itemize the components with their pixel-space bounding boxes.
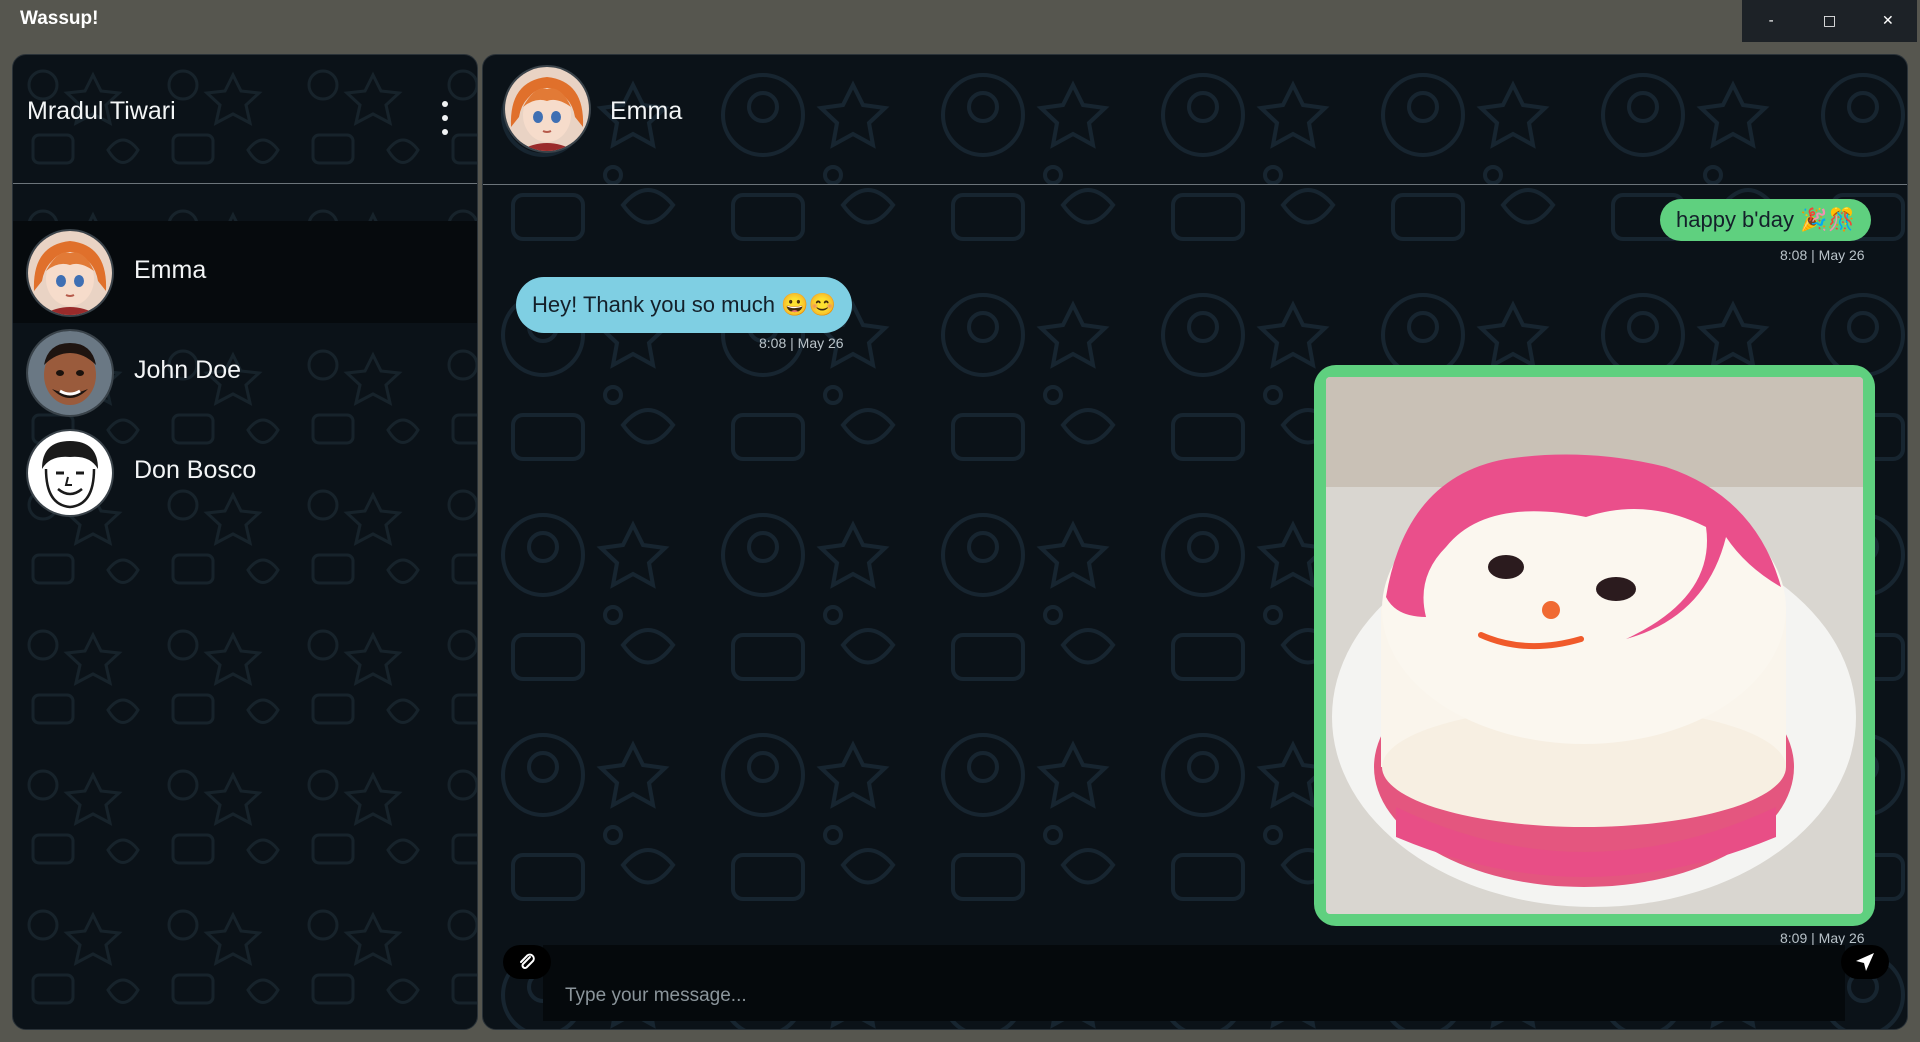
kebab-menu-icon[interactable]: [435, 101, 455, 135]
chat-contact-name: Emma: [610, 97, 683, 125]
attach-button[interactable]: [503, 945, 551, 979]
doodle-pattern-background: [13, 55, 477, 1029]
current-user-name: Mradul Tiwari: [27, 97, 176, 125]
app-title: Wassup!: [20, 8, 99, 29]
contact-item-don-bosco[interactable]: Don Bosco: [13, 421, 477, 523]
sidebar-header: Mradul Tiwari: [13, 55, 477, 184]
message-timestamp: 8:09 | May 26: [1780, 930, 1865, 946]
message-bubble-sent: happy b'day 🎉🎊: [1660, 199, 1871, 241]
message-bubble-received: Hey! Thank you so much 😀😊: [516, 277, 852, 333]
message-timestamp: 8:08 | May 26: [759, 335, 844, 351]
message-composer: [503, 945, 1889, 1021]
contact-name: Emma: [134, 256, 207, 284]
sidebar: Mradul Tiwari Emma John Doe Don Bosco: [12, 54, 478, 1030]
cake-image: [1326, 377, 1863, 914]
title-bar: Wassup! - □ ✕: [0, 0, 1920, 42]
contact-name: Don Bosco: [134, 456, 257, 484]
paperclip-icon: [520, 953, 535, 969]
chat-header: Emma: [483, 55, 1907, 185]
avatar: [26, 329, 114, 417]
minimize-button[interactable]: -: [1742, 0, 1800, 42]
send-icon: [1856, 953, 1874, 971]
maximize-button[interactable]: □: [1800, 0, 1858, 42]
window-controls: - □ ✕: [1742, 0, 1917, 42]
message-input[interactable]: [543, 945, 1845, 1021]
contact-item-emma[interactable]: Emma: [13, 221, 477, 323]
contact-name: John Doe: [134, 356, 242, 384]
message-image-sent[interactable]: [1314, 365, 1875, 926]
close-button[interactable]: ✕: [1859, 0, 1917, 42]
avatar: [26, 229, 114, 317]
contact-item-john-doe[interactable]: John Doe: [13, 321, 477, 423]
chat-panel: Emma happy b'day 🎉🎊 8:08 | May 26 Hey! T…: [482, 54, 1908, 1030]
send-button[interactable]: [1841, 945, 1889, 979]
message-timestamp: 8:08 | May 26: [1780, 247, 1865, 263]
avatar[interactable]: [503, 65, 591, 153]
avatar: [26, 429, 114, 517]
